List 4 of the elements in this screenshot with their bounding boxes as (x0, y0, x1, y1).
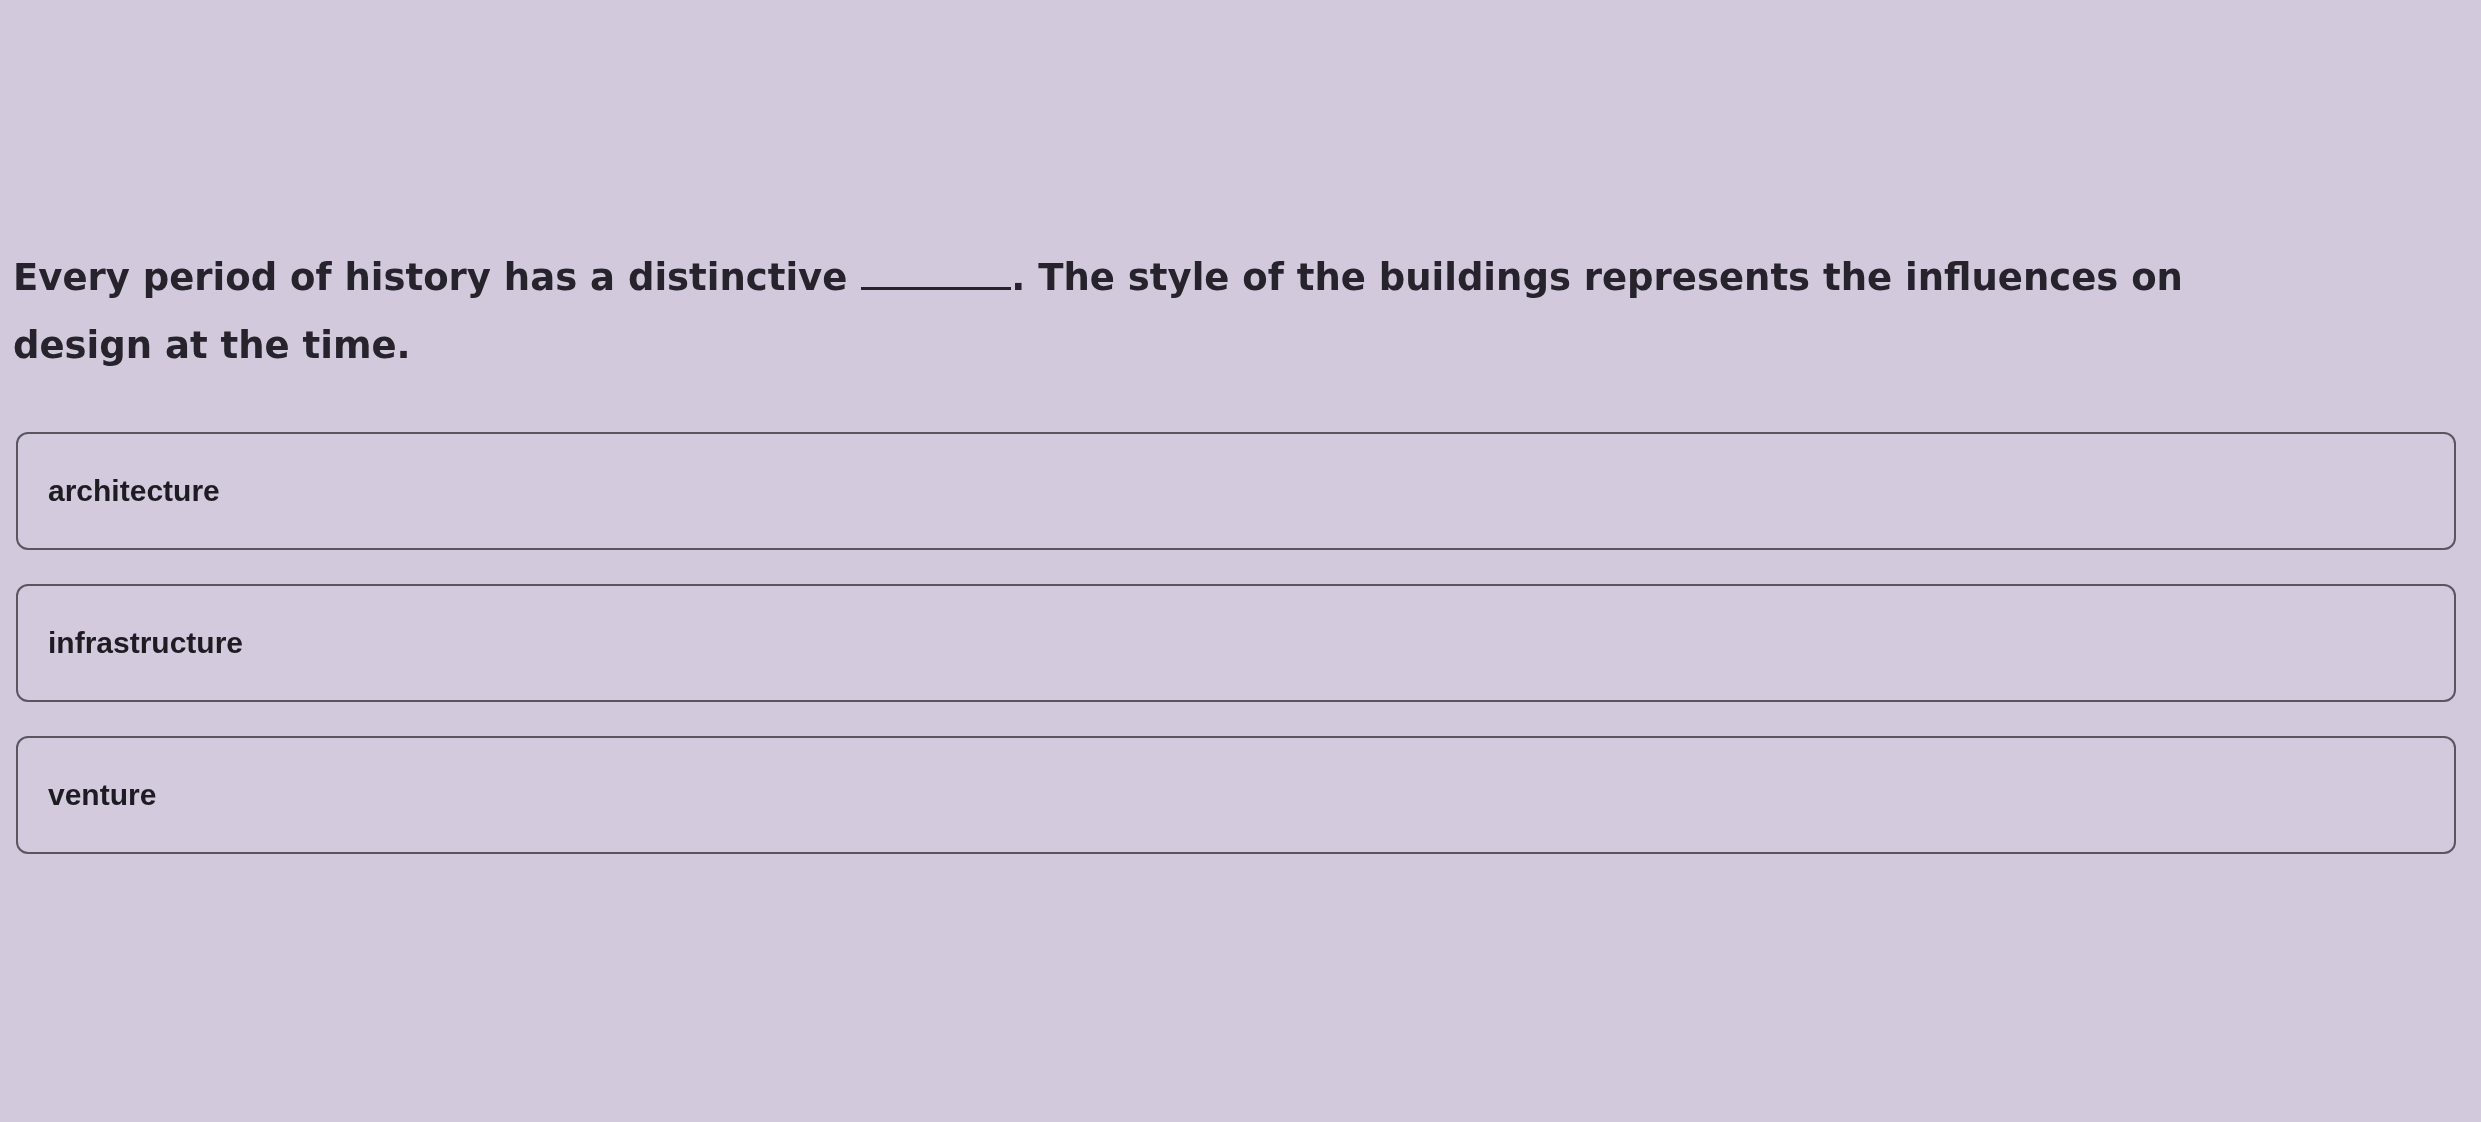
answer-option[interactable]: venture (16, 736, 2456, 854)
question-text: Every period of history has a distinctive . The style of the buildings represents the influences on design at the time. (13, 255, 2184, 369)
answer-option[interactable]: architecture (16, 432, 2456, 550)
answer-option[interactable]: infrastructure (16, 584, 2456, 702)
